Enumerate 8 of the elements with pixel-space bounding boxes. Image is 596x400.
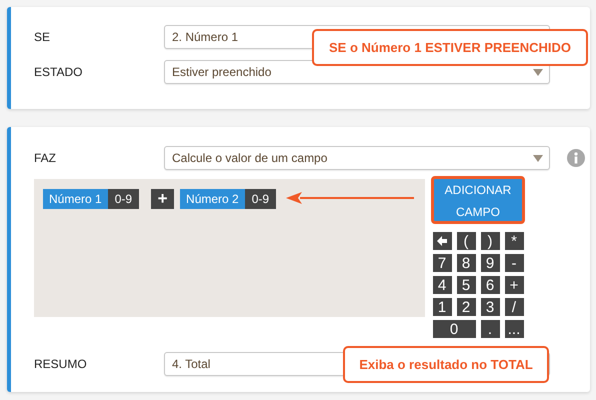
- type-tag: 0-9: [244, 189, 276, 209]
- type-tag: 0-9: [108, 189, 140, 209]
- field-label: ESTADO: [34, 65, 84, 79]
- callout-tooltip: SE o Número 1 ESTIVER PREENCHIDO: [312, 29, 588, 66]
- field-label: FAZ: [34, 151, 58, 165]
- callout-tooltip: Exiba o resultado no TOTAL: [343, 346, 549, 383]
- field-label: SE: [34, 30, 52, 44]
- field-label: RESUMO: [34, 357, 88, 371]
